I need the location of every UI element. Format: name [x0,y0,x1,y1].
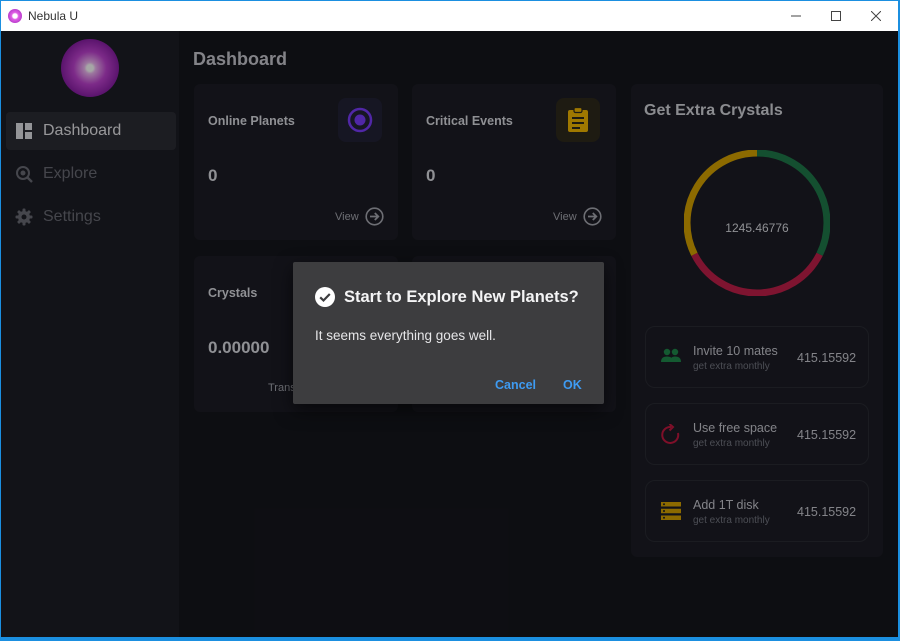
close-button[interactable] [856,1,896,31]
close-icon [871,11,881,21]
dialog-title: Start to Explore New Planets? [344,288,579,306]
minimize-button[interactable] [776,1,816,31]
app-logo-icon [8,9,22,23]
maximize-button[interactable] [816,1,856,31]
dialog-message: It seems everything goes well. [315,328,496,343]
explore-dialog: Start to Explore New Planets? It seems e… [293,262,604,404]
window-title: Nebula U [28,9,79,23]
minimize-icon [791,15,801,17]
ok-button[interactable]: OK [563,378,582,392]
maximize-icon [831,11,841,21]
cancel-button[interactable]: Cancel [495,378,536,392]
window-border [0,637,900,641]
title-bar[interactable]: Nebula U [1,1,898,31]
check-circle-icon [315,287,335,307]
